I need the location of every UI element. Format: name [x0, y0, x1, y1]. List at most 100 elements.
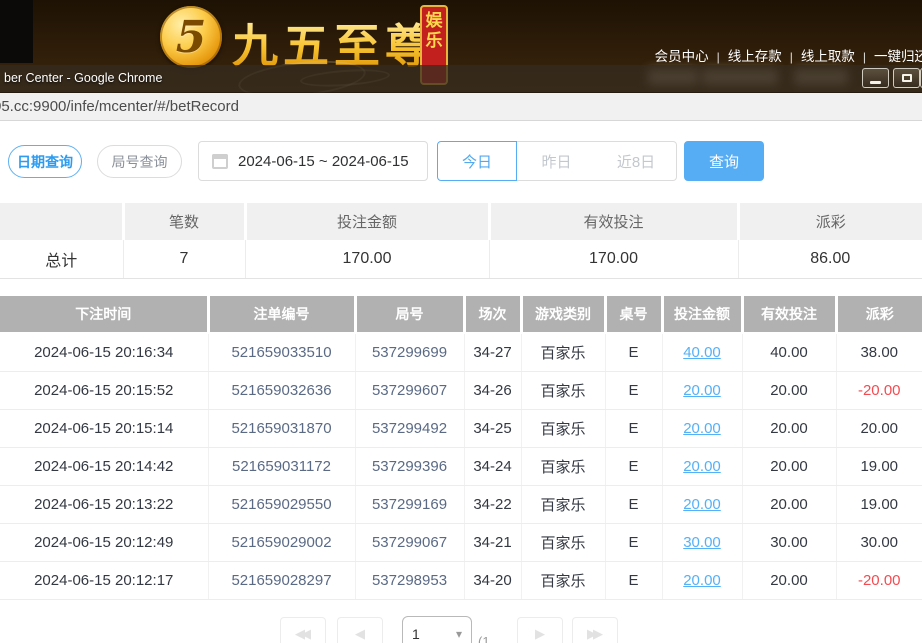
date-range-value: 2024-06-15 ~ 2024-06-15 — [238, 153, 409, 170]
minimize-icon — [870, 81, 881, 84]
table-no-cell: E — [605, 485, 662, 523]
header-valid-bet: 有效投注 — [742, 296, 836, 333]
bet-record-page: 日期查询 局号查询 2024-06-15 ~ 2024-06-15 今日 昨日 … — [0, 121, 922, 643]
payout-cell: 38.00 — [836, 333, 922, 371]
bet-id-cell: 521659033510 — [208, 333, 355, 371]
round-query-tab[interactable]: 局号查询 — [97, 145, 182, 178]
game-type-cell: 百家乐 — [521, 561, 605, 599]
last-page-button[interactable]: ▶▶ — [572, 617, 618, 643]
bet-id-cell: 521659029002 — [208, 523, 355, 561]
prev-page-button[interactable]: ◀ — [337, 617, 383, 643]
bet-time-cell: 2024-06-15 20:14:42 — [0, 447, 208, 485]
summary-total-row: 总计 7 170.00 170.00 86.00 — [0, 240, 922, 278]
url-text: 05.cc:9900/infe/mcenter/#/betRecord — [0, 98, 239, 115]
summary-bet-amount-value: 170.00 — [245, 240, 489, 278]
bet-time-cell: 2024-06-15 20:12:49 — [0, 523, 208, 561]
summary-header-bet-amount: 投注金额 — [245, 203, 489, 240]
date-query-tab[interactable]: 日期查询 — [8, 145, 82, 178]
payout-cell: 20.00 — [836, 409, 922, 447]
bet-id-cell: 521659031870 — [208, 409, 355, 447]
game-type-cell: 百家乐 — [521, 447, 605, 485]
round-no-cell: 537298953 — [355, 561, 464, 599]
nav-one-key-return[interactable]: 一键归还 — [874, 49, 922, 64]
session-cell: 34-26 — [464, 371, 521, 409]
game-type-cell: 百家乐 — [521, 333, 605, 371]
bet-time-cell: 2024-06-15 20:15:52 — [0, 371, 208, 409]
bet-row: 2024-06-15 20:12:49 521659029002 5372990… — [0, 523, 922, 561]
bet-amount-link[interactable]: 20.00 — [683, 496, 721, 513]
bet-amount-cell: 20.00 — [662, 371, 742, 409]
date-range-input[interactable]: 2024-06-15 ~ 2024-06-15 — [198, 141, 428, 181]
bet-amount-link[interactable]: 20.00 — [683, 572, 721, 589]
next-page-button[interactable]: ▶ — [517, 617, 563, 643]
bet-amount-link[interactable]: 20.00 — [683, 458, 721, 475]
bet-row: 2024-06-15 20:12:17 521659028297 5372989… — [0, 561, 922, 599]
summary-count-value: 7 — [123, 240, 245, 278]
bet-time-cell: 2024-06-15 20:12:17 — [0, 561, 208, 599]
bet-amount-link[interactable]: 20.00 — [683, 382, 721, 399]
valid-bet-cell: 20.00 — [742, 409, 836, 447]
payout-cell: 19.00 — [836, 447, 922, 485]
bet-time-cell: 2024-06-15 20:15:14 — [0, 409, 208, 447]
bet-id-cell: 521659028297 — [208, 561, 355, 599]
nav-online-deposit[interactable]: 线上存款 — [728, 49, 782, 64]
bet-amount-link[interactable]: 20.00 — [683, 420, 721, 437]
session-cell: 34-24 — [464, 447, 521, 485]
summary-header-valid-bet: 有效投注 — [489, 203, 738, 240]
bet-id-cell: 521659029550 — [208, 485, 355, 523]
nav-member-center[interactable]: 会员中心 — [655, 49, 709, 64]
first-page-button[interactable]: ◀◀ — [280, 617, 326, 643]
page-select[interactable]: 1 ▾ — [402, 616, 472, 643]
calendar-icon — [212, 154, 228, 169]
bet-time-cell: 2024-06-15 20:13:22 — [0, 485, 208, 523]
last-page-icon: ▶▶ — [587, 626, 599, 642]
bet-amount-cell: 20.00 — [662, 447, 742, 485]
summary-header-empty — [0, 203, 123, 240]
summary-payout-value: 86.00 — [738, 240, 922, 278]
payout-cell: 30.00 — [836, 523, 922, 561]
session-cell: 34-21 — [464, 523, 521, 561]
yesterday-button[interactable]: 昨日 — [516, 141, 597, 181]
round-no-cell: 537299492 — [355, 409, 464, 447]
session-cell: 34-27 — [464, 333, 521, 371]
bet-records-table: 下注时间 注单编号 局号 场次 游戏类别 桌号 投注金额 有效投注 派彩 202… — [0, 296, 922, 600]
top-nav: 会员中心|线上存款|线上取款|一键归还 — [647, 45, 922, 65]
round-no-cell: 537299067 — [355, 523, 464, 561]
header-payout: 派彩 — [836, 296, 922, 333]
session-cell: 34-22 — [464, 485, 521, 523]
maximize-icon — [902, 74, 912, 82]
search-button[interactable]: 查询 — [684, 141, 764, 181]
game-type-cell: 百家乐 — [521, 409, 605, 447]
next-page-icon: ▶ — [535, 626, 545, 642]
table-no-cell: E — [605, 333, 662, 371]
header-bet-time: 下注时间 — [0, 296, 208, 333]
address-bar[interactable]: 05.cc:9900/infe/mcenter/#/betRecord — [0, 93, 922, 121]
first-page-icon: ◀◀ — [295, 626, 307, 642]
bet-row: 2024-06-15 20:13:22 521659029550 5372991… — [0, 485, 922, 523]
bet-row: 2024-06-15 20:16:34 521659033510 5372996… — [0, 333, 922, 371]
header-bet-id: 注单编号 — [208, 296, 355, 333]
window-title: ber Center - Google Chrome — [4, 71, 162, 85]
last-8-days-button[interactable]: 近8日 — [596, 141, 677, 181]
bet-row: 2024-06-15 20:14:42 521659031172 5372993… — [0, 447, 922, 485]
nav-online-withdraw[interactable]: 线上取款 — [801, 49, 855, 64]
header-bet-amount: 投注金额 — [662, 296, 742, 333]
summary-header-payout: 派彩 — [738, 203, 922, 240]
summary-header-count: 笔数 — [123, 203, 245, 240]
bet-id-cell: 521659031172 — [208, 447, 355, 485]
header-session: 场次 — [464, 296, 521, 333]
bet-table-header-row: 下注时间 注单编号 局号 场次 游戏类别 桌号 投注金额 有效投注 派彩 — [0, 296, 922, 333]
minimize-button[interactable] — [862, 68, 889, 88]
nav-separator: | — [717, 50, 720, 64]
session-cell: 34-20 — [464, 561, 521, 599]
session-cell: 34-25 — [464, 409, 521, 447]
valid-bet-cell: 20.00 — [742, 447, 836, 485]
bet-amount-link[interactable]: 40.00 — [683, 344, 721, 361]
bet-amount-cell: 20.00 — [662, 409, 742, 447]
valid-bet-cell: 20.00 — [742, 561, 836, 599]
bet-amount-link[interactable]: 30.00 — [683, 534, 721, 551]
prev-page-icon: ◀ — [355, 626, 365, 642]
maximize-button[interactable] — [893, 68, 920, 88]
today-button[interactable]: 今日 — [437, 141, 517, 181]
table-no-cell: E — [605, 447, 662, 485]
